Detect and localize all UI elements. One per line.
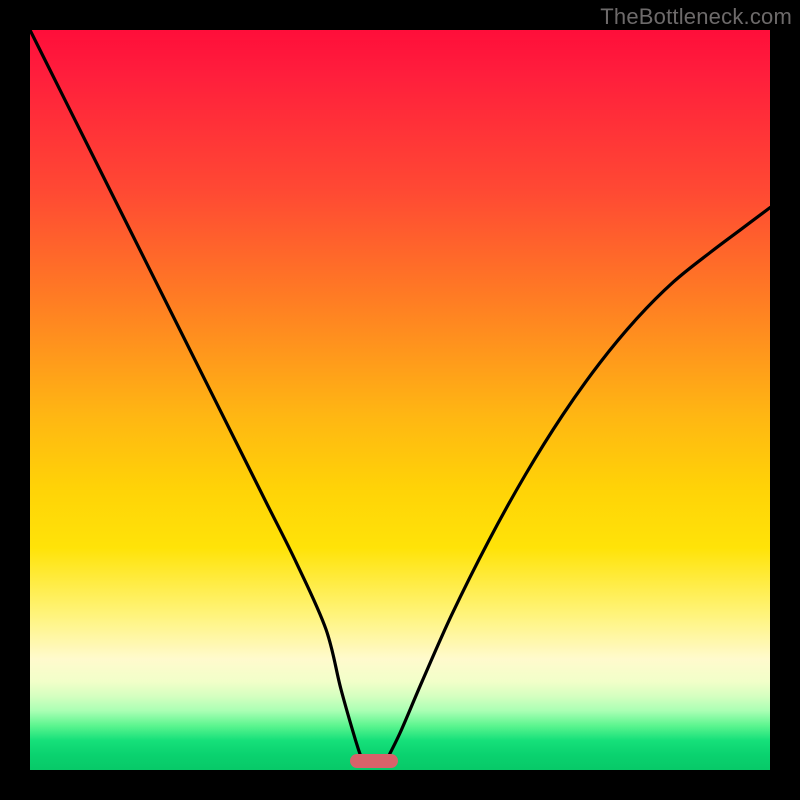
- right-curve: [385, 208, 770, 763]
- curves-svg: [30, 30, 770, 770]
- plot-area: [30, 30, 770, 770]
- left-curve: [30, 30, 363, 763]
- watermark-text: TheBottleneck.com: [600, 4, 792, 30]
- vertex-marker: [350, 754, 398, 768]
- chart-frame: TheBottleneck.com: [0, 0, 800, 800]
